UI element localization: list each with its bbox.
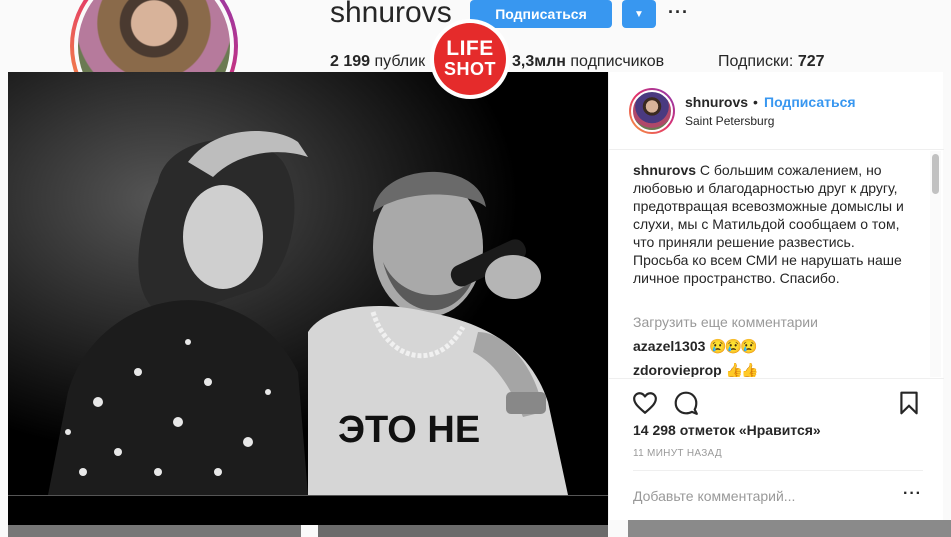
divider bbox=[609, 378, 944, 379]
author-avatar[interactable] bbox=[629, 88, 675, 134]
comment-text: 👍👍 bbox=[725, 362, 759, 377]
comments-scrollbar-thumb[interactable] bbox=[932, 154, 939, 194]
comment-item: azazel1303 😢😢😢 bbox=[633, 338, 758, 355]
author-username-link[interactable]: shnurovs bbox=[685, 94, 748, 110]
post-side-panel: shnurovs • Подписаться Saint Petersburg … bbox=[608, 72, 944, 520]
likes-count[interactable]: 14 298 отметок «Нравится» bbox=[633, 422, 821, 438]
photo-bottom-edge bbox=[8, 495, 608, 525]
comments-list[interactable]: shnurovs С большим сожалением, но любовь… bbox=[609, 151, 944, 377]
add-comment-input[interactable]: Добавьте комментарий... bbox=[633, 488, 795, 504]
follow-link[interactable]: Подписаться bbox=[764, 94, 856, 110]
comment-username-link[interactable]: azazel1303 bbox=[633, 338, 705, 354]
comment-bubble-icon[interactable] bbox=[673, 390, 699, 416]
followers-count[interactable]: 3,3млн подписчиков bbox=[512, 53, 664, 71]
concert-photo-image: ЭТО НЕ bbox=[8, 72, 608, 495]
divider bbox=[633, 470, 923, 471]
comment-item: zdorovieprop 👍👍 bbox=[633, 362, 759, 377]
post-header: shnurovs • Подписаться Saint Petersburg bbox=[609, 72, 944, 150]
bookmark-icon[interactable] bbox=[896, 390, 922, 416]
comment-username-link[interactable]: zdorovieprop bbox=[633, 362, 722, 377]
separator-dot: • bbox=[753, 94, 758, 110]
location-link[interactable]: Saint Petersburg bbox=[685, 114, 774, 128]
more-options-icon[interactable]: ··· bbox=[668, 2, 689, 23]
lifeshot-logo: LIFE SHOT bbox=[430, 19, 510, 99]
profile-username: shnurovs bbox=[330, 0, 452, 29]
more-options-icon[interactable]: ··· bbox=[903, 485, 922, 503]
post-photo[interactable]: ЭТО НЕ bbox=[8, 72, 608, 495]
following-count[interactable]: Подписки: 727 bbox=[718, 53, 825, 71]
load-more-comments-link[interactable]: Загрузить еще комментарии bbox=[633, 314, 818, 330]
caption-text: С большим сожалением, но любовью и благо… bbox=[633, 162, 904, 286]
post-timestamp[interactable]: 11 МИНУТ НАЗАД bbox=[633, 448, 722, 459]
post-caption: shnurovs С большим сожалением, но любовь… bbox=[633, 161, 913, 287]
heart-icon[interactable] bbox=[632, 390, 658, 416]
posts-count: 2 199 публик bbox=[330, 53, 426, 70]
grid-thumbnail[interactable] bbox=[628, 520, 951, 537]
shirt-text: ЭТО НЕ bbox=[338, 409, 480, 451]
chevron-down-icon[interactable]: ▼ bbox=[622, 0, 656, 28]
caption-username-link[interactable]: shnurovs bbox=[633, 162, 696, 178]
comment-text: 😢😢😢 bbox=[709, 338, 757, 354]
profile-follow-button[interactable]: Подписаться bbox=[470, 0, 612, 28]
